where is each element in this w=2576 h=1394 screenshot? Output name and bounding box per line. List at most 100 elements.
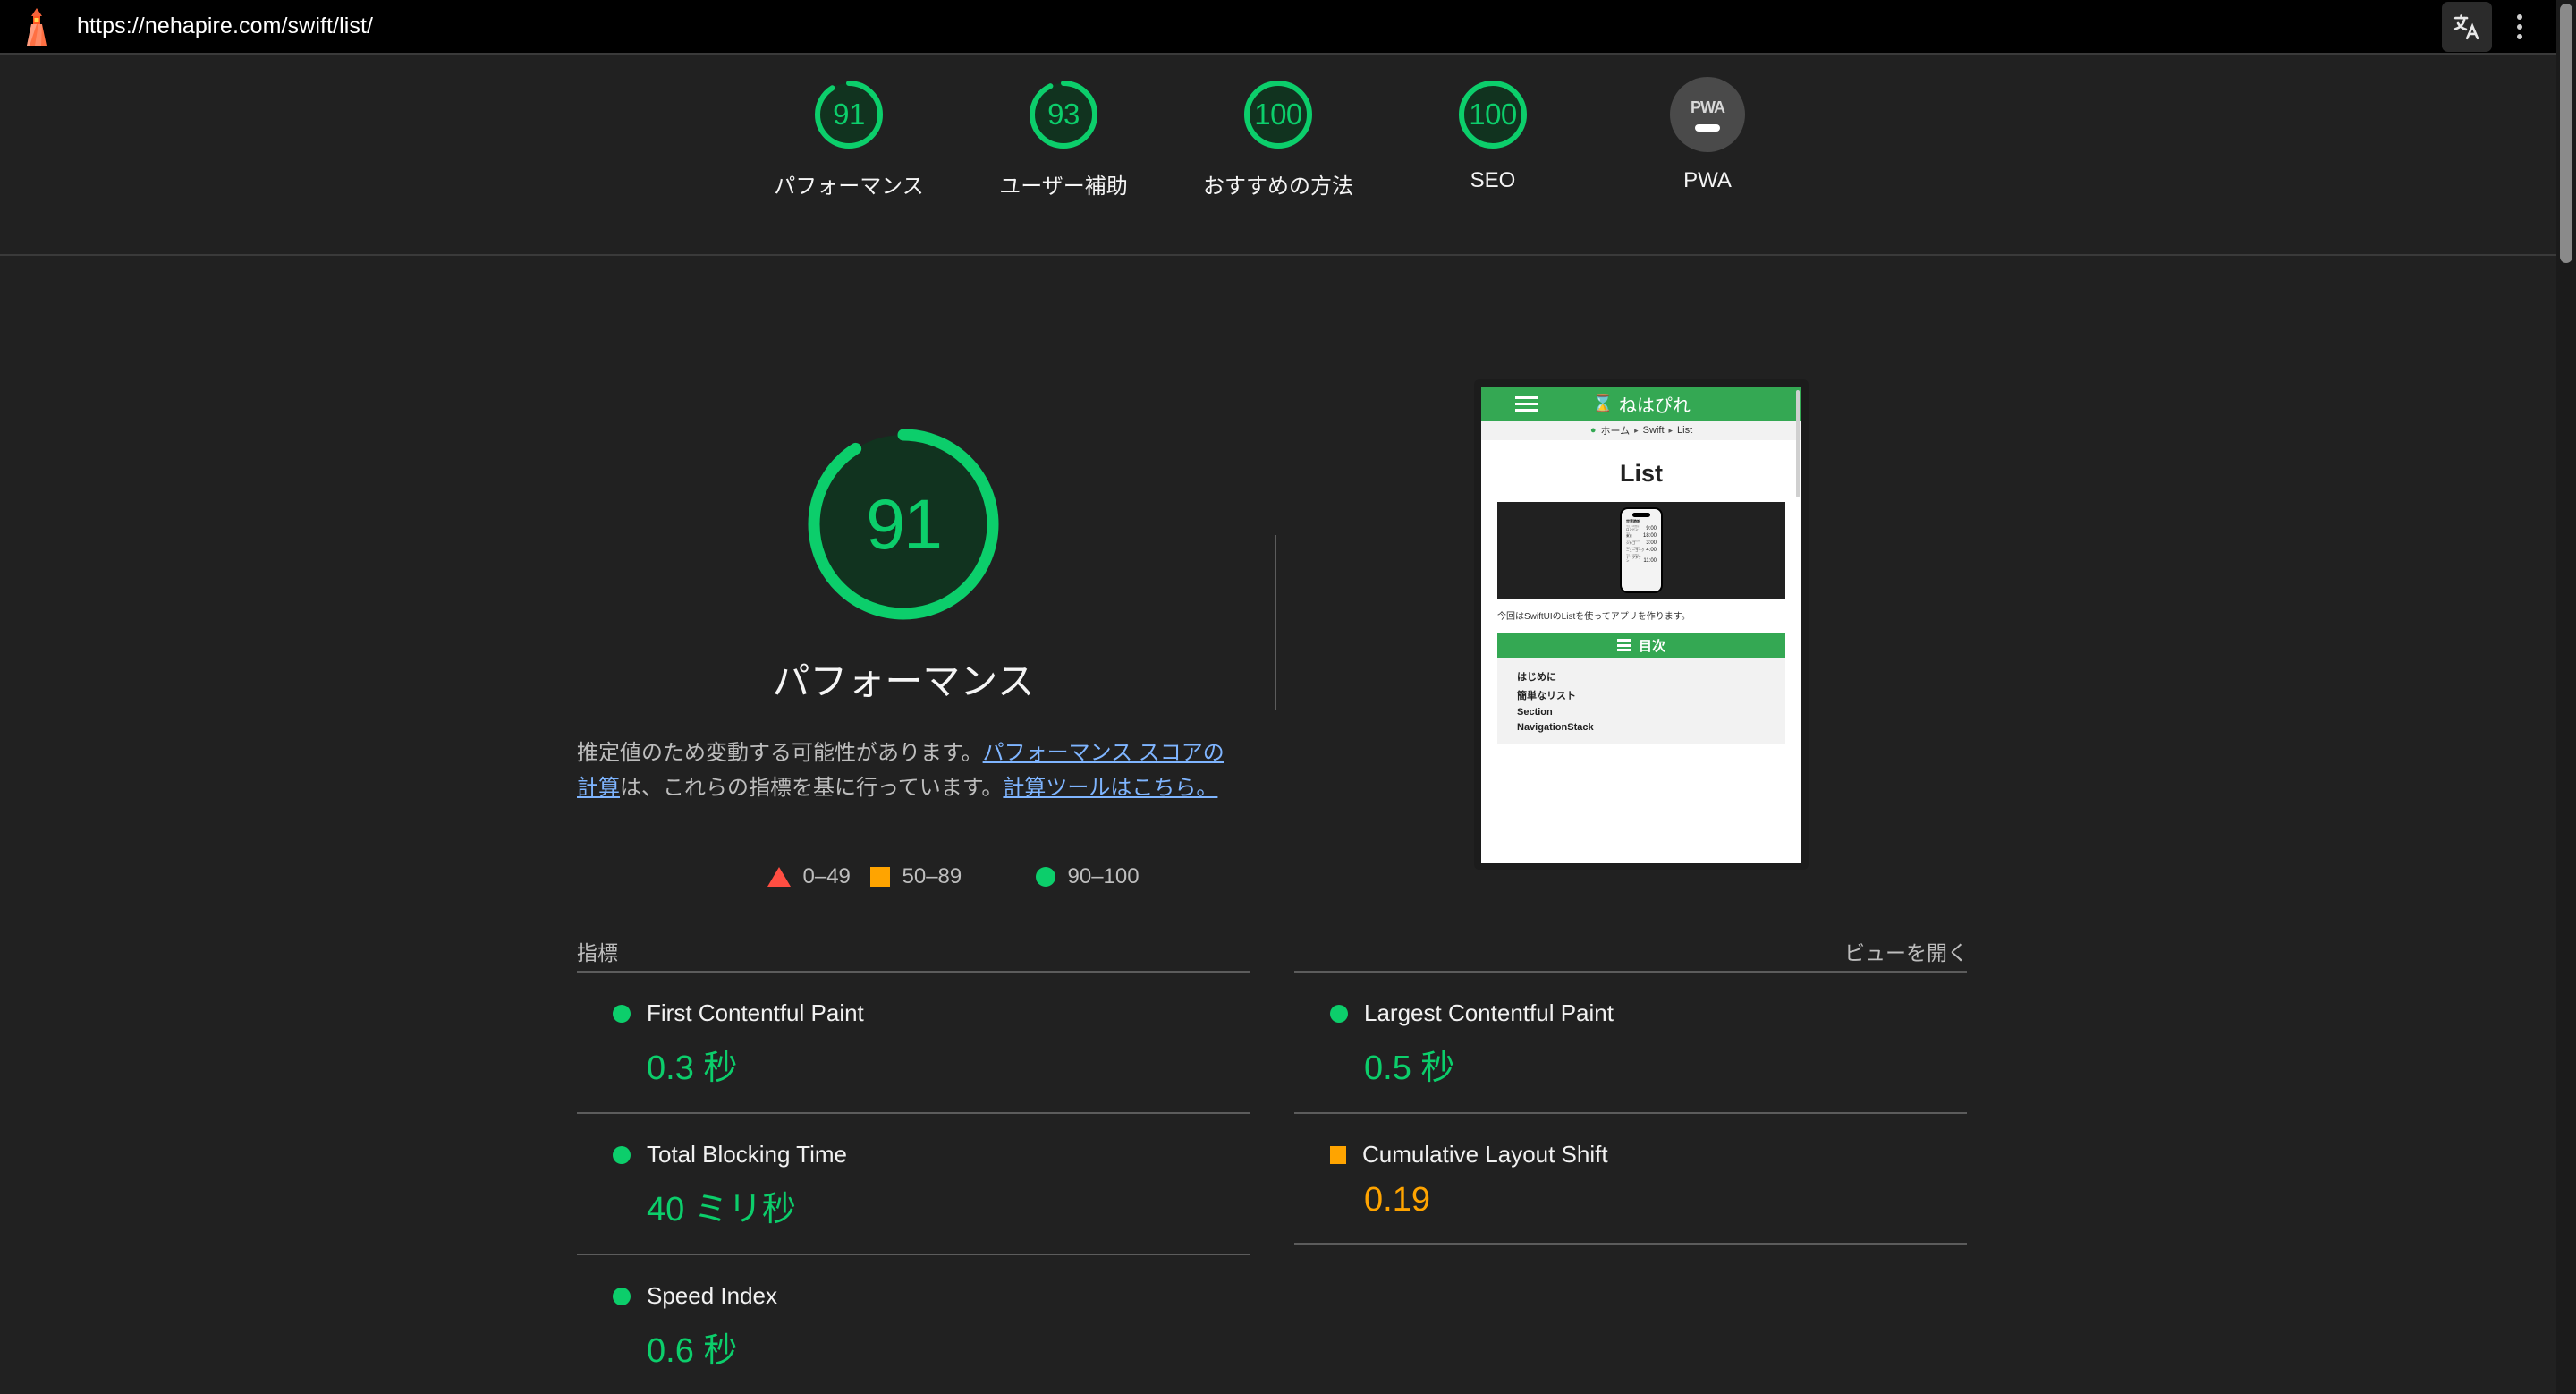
metrics-bottom-rule bbox=[1294, 1243, 1967, 1245]
metric-value: 0.19 bbox=[1364, 1181, 1430, 1219]
performance-main-gauge: 91 bbox=[800, 421, 1007, 628]
preview-site-header: ⌛ ねはぴれ bbox=[1481, 387, 1801, 421]
desc-text-2: は、これらの指標を基に行っています。 bbox=[620, 775, 1004, 800]
phone-time: 3:00 bbox=[1646, 540, 1657, 547]
phone-notch bbox=[1632, 513, 1650, 517]
circle-icon bbox=[1035, 867, 1055, 887]
breadcrumb: ● ホーム ▸ Swift ▸ List bbox=[1481, 421, 1801, 440]
score-item-pwa[interactable]: PWA PWA bbox=[1600, 55, 1815, 193]
metric-value: 0.6 秒 bbox=[647, 1332, 738, 1370]
phone-city: 今日、14時間前 ニューヨーク bbox=[1626, 547, 1645, 553]
breadcrumb-swift[interactable]: Swift bbox=[1643, 425, 1665, 436]
legend-item-fail: 0–49 bbox=[656, 864, 851, 889]
score-label: PWA bbox=[1683, 168, 1732, 192]
list-item[interactable]: NavigationStack bbox=[1517, 722, 1785, 733]
phone-clock-row: 今日 東京 18:00 bbox=[1624, 533, 1658, 539]
metric-first-contentful-paint[interactable]: First Contentful Paint 0.3 秒 bbox=[577, 971, 1250, 1112]
metric-value: 0.5 秒 bbox=[1364, 1050, 1455, 1087]
legend-item-pass: 90–100 bbox=[987, 864, 1152, 889]
status-circle-icon bbox=[613, 1145, 631, 1164]
breadcrumb-home[interactable]: ホーム bbox=[1600, 423, 1630, 438]
phone-mockup: 世界時計 今日、9時間前 ロンドン 9:00 今日 東京 18:00 今日、15時間… bbox=[1620, 507, 1663, 593]
vertical-divider bbox=[1275, 535, 1276, 710]
metric-largest-contentful-paint[interactable]: Largest Contentful Paint 0.5 秒 bbox=[1294, 971, 1967, 1112]
status-circle-icon bbox=[613, 1287, 631, 1305]
metric-name: Cumulative Layout Shift bbox=[1362, 1141, 1608, 1168]
score-item-best-practices[interactable]: 100 おすすめの方法 bbox=[1171, 55, 1385, 200]
gauge-accessibility: 93 bbox=[1026, 77, 1101, 152]
category-description: 推定値のため変動する可能性があります。パフォーマンス スコアの計算は、これらの指… bbox=[577, 736, 1230, 806]
list-item[interactable]: Section bbox=[1517, 707, 1785, 718]
preview-scrollbar bbox=[1796, 390, 1800, 497]
preview-brand: ⌛ ねはぴれ bbox=[1592, 391, 1690, 417]
preview-page-title: List bbox=[1619, 460, 1663, 487]
status-square-icon bbox=[1330, 1145, 1346, 1164]
list-icon bbox=[1616, 639, 1631, 651]
phone-clock-row: 今日、7時間前 ケープタウン 11:00 bbox=[1624, 555, 1658, 564]
scrollbar-thumb[interactable] bbox=[2560, 4, 2572, 263]
metric-speed-index[interactable]: Speed Index 0.6 秒 bbox=[577, 1254, 1250, 1394]
score-summary-strip: 91 パフォーマンス 93 ユーザー補助 100 おすすめの方法 100 SEO… bbox=[0, 55, 2556, 256]
score-label: SEO bbox=[1470, 168, 1516, 192]
metric-name: First Contentful Paint bbox=[647, 999, 864, 1026]
metrics-column-right: Largest Contentful Paint 0.5 秒 Cumulativ… bbox=[1294, 971, 1967, 1394]
score-label: おすすめの方法 bbox=[1203, 174, 1353, 199]
preview-caption: 今回はSwiftUIのListを使ってアプリを作ります。 bbox=[1497, 612, 1690, 622]
phone-time: 4:00 bbox=[1646, 548, 1657, 554]
phone-app-title: 世界時計 bbox=[1626, 519, 1640, 523]
phone-clock-row: 今日、9時間前 ロンドン 9:00 bbox=[1624, 526, 1658, 531]
gauge-value: 93 bbox=[1047, 98, 1080, 131]
calculator-tool-link[interactable]: 計算ツールはこちら。 bbox=[1003, 776, 1217, 800]
preview-toc-list: はじめに 簡単なリスト Section NavigationStack bbox=[1497, 658, 1785, 744]
list-item[interactable]: はじめに bbox=[1517, 669, 1785, 684]
preview-hero-image: 世界時計 今日、9時間前 ロンドン 9:00 今日 東京 18:00 今日、15時間… bbox=[1497, 502, 1785, 599]
pwa-badge-text: PWA bbox=[1690, 98, 1725, 116]
translate-icon[interactable] bbox=[2442, 1, 2492, 52]
kebab-menu-icon[interactable] bbox=[2504, 2, 2535, 52]
preview-toc-header: 目次 bbox=[1497, 633, 1785, 658]
metric-cumulative-layout-shift[interactable]: Cumulative Layout Shift 0.19 bbox=[1294, 1112, 1967, 1243]
gauge-best-practices: 100 bbox=[1241, 77, 1316, 152]
breadcrumb-list[interactable]: List bbox=[1677, 425, 1692, 436]
gauge-value: 100 bbox=[1254, 98, 1302, 131]
open-view-link[interactable]: ビューを開く bbox=[1844, 936, 1968, 966]
square-icon bbox=[869, 867, 890, 887]
desc-text-1: 推定値のため変動する可能性があります。 bbox=[577, 741, 983, 765]
page-scrollbar[interactable] bbox=[2556, 0, 2576, 1394]
metric-name: Largest Contentful Paint bbox=[1364, 999, 1614, 1026]
browser-url-bar: https://nehapire.com/swift/list/ bbox=[0, 0, 2576, 55]
metric-total-blocking-time[interactable]: Total Blocking Time 40 ミリ秒 bbox=[577, 1112, 1250, 1254]
score-label: パフォーマンス bbox=[774, 174, 924, 199]
metrics-column-left: First Contentful Paint 0.3 秒 Total Block… bbox=[577, 971, 1250, 1394]
pwa-badge-icon: PWA bbox=[1670, 77, 1745, 152]
phone-time: 9:00 bbox=[1646, 526, 1657, 532]
preview-toc-title: 目次 bbox=[1638, 638, 1665, 654]
score-item-performance[interactable]: 91 パフォーマンス bbox=[741, 55, 956, 200]
page-title: パフォーマンス bbox=[772, 660, 1035, 702]
url-text[interactable]: https://nehapire.com/swift/list/ bbox=[77, 13, 373, 39]
score-item-accessibility[interactable]: 93 ユーザー補助 bbox=[956, 55, 1171, 200]
gauge-value: 100 bbox=[1469, 98, 1517, 131]
list-item[interactable]: 簡単なリスト bbox=[1517, 688, 1785, 702]
phone-city: 今日、9時間前 ロンドン bbox=[1626, 526, 1640, 531]
metrics-header: 指標 ビューを開く bbox=[577, 936, 1968, 966]
chevron-right-icon: ▸ bbox=[1634, 425, 1639, 435]
phone-clock-row: 今日、15時間前 シカゴ 3:00 bbox=[1624, 540, 1658, 546]
preview-viewport: ⌛ ねはぴれ ● ホーム ▸ Swift ▸ List List 世界時計 今日… bbox=[1481, 387, 1801, 863]
phone-city: 今日、15時間前 シカゴ bbox=[1626, 540, 1640, 546]
score-item-seo[interactable]: 100 SEO bbox=[1385, 55, 1600, 193]
legend-item-average: 50–89 bbox=[821, 864, 987, 889]
lighthouse-icon bbox=[18, 6, 55, 47]
score-legend: 0–49 50–89 90–100 bbox=[572, 864, 1234, 889]
location-pin-icon: ● bbox=[1589, 425, 1597, 436]
phone-time: 11:00 bbox=[1643, 558, 1657, 565]
performance-score-value: 91 bbox=[866, 484, 943, 564]
status-circle-icon bbox=[1330, 1004, 1348, 1023]
score-label: ユーザー補助 bbox=[999, 174, 1128, 199]
pwa-dash bbox=[1695, 123, 1720, 132]
metrics-title: 指標 bbox=[577, 941, 618, 965]
hamburger-icon[interactable] bbox=[1515, 395, 1538, 412]
page-screenshot-preview[interactable]: ⌛ ねはぴれ ● ホーム ▸ Swift ▸ List List 世界時計 今日… bbox=[1474, 379, 1809, 870]
hourglass-icon: ⌛ bbox=[1592, 395, 1614, 413]
gauge-performance: 91 bbox=[811, 77, 886, 152]
